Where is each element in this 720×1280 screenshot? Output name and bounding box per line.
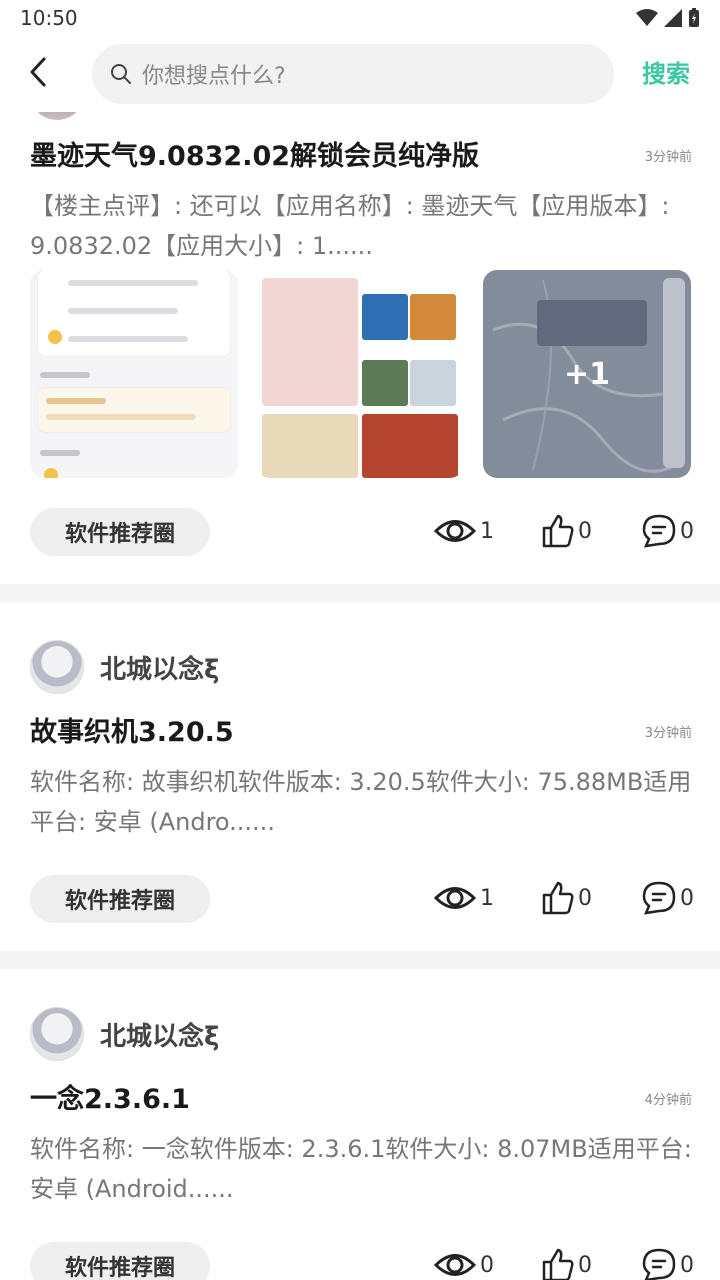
post-body[interactable]: 【楼主点评】: 还可以【应用名称】: 墨迹天气【应用版本】: 9.0832.02… bbox=[30, 186, 700, 266]
post-body[interactable]: 软件名称: 故事织机软件版本: 3.20.5软件大小: 75.88MB适用平台:… bbox=[30, 762, 700, 842]
comment-icon bbox=[642, 881, 676, 915]
status-bar: 10:50 bbox=[0, 0, 720, 36]
like-button[interactable]: 0 bbox=[542, 881, 592, 915]
post-card[interactable]: 墨迹天气9.0832.02解锁会员纯净版 3分钟前 【楼主点评】: 还可以【应用… bbox=[0, 92, 720, 584]
more-images-count[interactable]: +1 bbox=[483, 270, 691, 478]
comment-icon bbox=[642, 1248, 676, 1280]
avatar[interactable] bbox=[30, 640, 84, 694]
post-time: 3分钟前 bbox=[644, 726, 692, 741]
eye-icon bbox=[434, 520, 476, 542]
image-content bbox=[38, 388, 230, 432]
username[interactable]: 北城以念ξ bbox=[100, 649, 219, 686]
battery-icon bbox=[689, 8, 699, 27]
post-body[interactable]: 软件名称: 一念软件版本: 2.3.6.1软件大小: 8.07MB适用平台: 安… bbox=[30, 1129, 700, 1209]
thumbs-up-icon bbox=[542, 514, 574, 548]
divider bbox=[0, 951, 720, 969]
post-author[interactable]: 北城以念ξ bbox=[30, 1007, 219, 1061]
views-count: 0 bbox=[434, 1248, 494, 1280]
post-image[interactable] bbox=[30, 270, 238, 478]
comments-value: 0 bbox=[680, 1252, 694, 1278]
status-icons bbox=[636, 8, 700, 28]
views-count: 1 bbox=[434, 514, 494, 548]
post-time: 4分钟前 bbox=[644, 1093, 692, 1108]
comment-button[interactable]: 0 bbox=[642, 1248, 694, 1280]
post-feed: 墨迹天气9.0832.02解锁会员纯净版 3分钟前 【楼主点评】: 还可以【应用… bbox=[0, 92, 720, 1280]
post-time: 3分钟前 bbox=[644, 150, 692, 165]
eye-icon bbox=[434, 1254, 476, 1276]
back-button[interactable] bbox=[18, 52, 58, 92]
signal-icon bbox=[664, 9, 682, 27]
divider bbox=[0, 584, 720, 602]
post-image[interactable] bbox=[256, 270, 464, 478]
likes-value: 0 bbox=[578, 518, 592, 544]
search-icon bbox=[111, 64, 131, 84]
category-tag[interactable]: 软件推荐圈 bbox=[30, 508, 210, 556]
username[interactable]: 北城以念ξ bbox=[100, 1016, 219, 1053]
eye-icon bbox=[434, 887, 476, 909]
comment-button[interactable]: 0 bbox=[642, 881, 694, 915]
post-image[interactable]: +1 bbox=[483, 270, 691, 478]
comments-value: 0 bbox=[680, 518, 694, 544]
likes-value: 0 bbox=[578, 885, 592, 911]
search-input[interactable]: 你想搜点什么? bbox=[92, 44, 614, 104]
comment-icon bbox=[642, 514, 676, 548]
comment-button[interactable]: 0 bbox=[642, 514, 694, 548]
category-tag[interactable]: 软件推荐圈 bbox=[30, 1242, 210, 1280]
thumbs-up-icon bbox=[542, 1248, 574, 1280]
likes-value: 0 bbox=[578, 1252, 592, 1278]
comments-value: 0 bbox=[680, 885, 694, 911]
post-title[interactable]: 墨迹天气9.0832.02解锁会员纯净版 bbox=[30, 134, 479, 173]
post-title[interactable]: 故事织机3.20.5 bbox=[30, 710, 234, 749]
views-value: 1 bbox=[480, 518, 494, 544]
post-card[interactable]: 北城以念ξ 故事织机3.20.5 3分钟前 软件名称: 故事织机软件版本: 3.… bbox=[0, 602, 720, 951]
avatar[interactable] bbox=[30, 1007, 84, 1061]
wifi-icon bbox=[636, 9, 658, 26]
views-count: 1 bbox=[434, 881, 494, 915]
views-value: 1 bbox=[480, 885, 494, 911]
post-author[interactable]: 北城以念ξ bbox=[30, 640, 219, 694]
chevron-left-icon bbox=[30, 57, 46, 87]
post-card[interactable]: 北城以念ξ 一念2.3.6.1 4分钟前 软件名称: 一念软件版本: 2.3.6… bbox=[0, 969, 720, 1280]
image-content bbox=[38, 270, 230, 356]
views-value: 0 bbox=[480, 1252, 494, 1278]
status-time: 10:50 bbox=[20, 6, 78, 30]
category-tag[interactable]: 软件推荐圈 bbox=[30, 875, 210, 923]
like-button[interactable]: 0 bbox=[542, 514, 592, 548]
like-button[interactable]: 0 bbox=[542, 1248, 592, 1280]
search-button[interactable]: 搜索 bbox=[642, 54, 690, 89]
post-title[interactable]: 一念2.3.6.1 bbox=[30, 1077, 190, 1116]
search-placeholder: 你想搜点什么? bbox=[142, 64, 286, 89]
search-header: 你想搜点什么? 搜索 bbox=[0, 36, 720, 112]
thumbs-up-icon bbox=[542, 881, 574, 915]
